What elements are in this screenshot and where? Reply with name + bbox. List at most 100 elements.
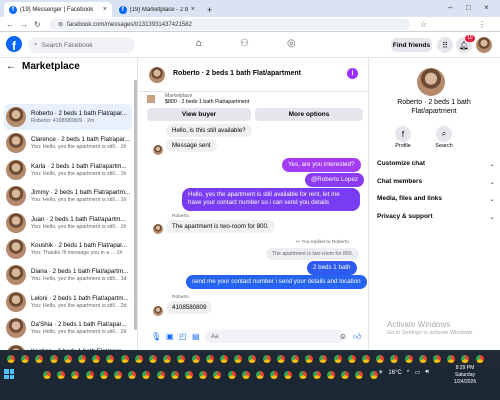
chrome-taskbar-icon[interactable]: [70, 370, 81, 380]
chrome-taskbar-icon[interactable]: [77, 354, 87, 364]
view-buyer-button[interactable]: View buyer: [147, 108, 251, 121]
chrome-taskbar-icon[interactable]: [375, 354, 386, 364]
profile-avatar-large[interactable]: [417, 68, 445, 96]
conversation-item[interactable]: Da'Shia · 2 beds 1 bath Flat/apar... You:…: [4, 315, 132, 341]
chrome-taskbar-icon[interactable]: [127, 370, 138, 380]
sticker-icon[interactable]: ◰: [179, 332, 187, 341]
chrome-taskbar-icon[interactable]: [326, 370, 336, 380]
message-bubble-outgoing[interactable]: Yes, are you interested?: [282, 158, 361, 173]
temperature[interactable]: 16°C: [388, 370, 401, 376]
emoji-icon[interactable]: ☺: [339, 332, 347, 341]
chrome-taskbar-icon[interactable]: [212, 370, 223, 380]
search-icon[interactable]: ⌕: [436, 126, 452, 142]
chrome-taskbar-icon[interactable]: [275, 354, 286, 364]
bookmark-star-icon[interactable]: ☆: [420, 20, 427, 29]
windows-start-icon[interactable]: [4, 369, 14, 379]
chrome-taskbar-icon[interactable]: [432, 354, 442, 364]
sidebar-scrollbar[interactable]: [134, 80, 137, 330]
find-friends-button[interactable]: Find friends: [391, 38, 432, 52]
facebook-logo-icon[interactable]: f: [6, 36, 22, 52]
chrome-taskbar-icon[interactable]: [247, 354, 258, 364]
chrome-taskbar-icon[interactable]: [269, 370, 280, 380]
chrome-taskbar-icon[interactable]: [84, 370, 95, 380]
chrome-taskbar-icon[interactable]: [361, 354, 371, 364]
chrome-taskbar-icon[interactable]: [240, 370, 251, 380]
menu-grid-icon[interactable]: ⠿: [437, 37, 453, 53]
message-bubble-incoming[interactable]: The apartment is two-room for 800.: [166, 220, 275, 233]
chrome-taskbar-icon[interactable]: [368, 370, 379, 380]
chrome-taskbar-icon[interactable]: [162, 354, 173, 364]
chrome-taskbar-icon[interactable]: [48, 354, 59, 364]
chat-avatar[interactable]: [149, 67, 165, 83]
conversation-item[interactable]: Clarence · 2 beds 1 bath Flat/apar... You…: [4, 130, 132, 156]
tab-marketplace[interactable]: f (19) Marketplace - 2 beds 1 bath ×: [114, 2, 200, 17]
chrome-taskbar-icon[interactable]: [311, 370, 322, 380]
back-arrow-icon[interactable]: ←: [6, 61, 16, 72]
conversation-item[interactable]: Koushik · 2 beds 1 bath Flat/apar... You:…: [4, 236, 132, 262]
microphone-icon[interactable]: 🎙︎: [151, 332, 161, 341]
chrome-taskbar-icon[interactable]: [255, 370, 265, 380]
chrome-taskbar-icon[interactable]: [42, 370, 52, 380]
gif-icon[interactable]: ▤: [192, 332, 200, 341]
chrome-taskbar-icon[interactable]: [474, 354, 485, 364]
chrome-taskbar-icon[interactable]: [261, 354, 272, 364]
conversation-item[interactable]: Roberto · 2 beds 1 bath Flat/apar... Robe…: [4, 104, 132, 130]
close-tab-icon[interactable]: ×: [103, 6, 107, 13]
chrome-taskbar-icon[interactable]: [62, 354, 73, 364]
chrome-taskbar-icon[interactable]: [148, 354, 158, 364]
like-thumb-icon[interactable]: 👍︎: [353, 332, 361, 342]
conversation-item[interactable]: Juan · 2 beds 1 bath Flat/apartm... You: …: [4, 210, 132, 236]
friends-icon[interactable]: ⚇: [240, 38, 249, 49]
message-bubble-incoming[interactable]: Message sent: [166, 139, 217, 152]
message-input[interactable]: Aa: [205, 330, 345, 343]
chrome-taskbar-icon[interactable]: [155, 370, 166, 380]
close-window-icon[interactable]: ×: [484, 3, 489, 12]
volume-icon[interactable]: 🔊︎: [425, 369, 429, 376]
close-tab-icon[interactable]: ×: [191, 6, 195, 13]
groups-icon[interactable]: ◎: [287, 38, 296, 49]
chrome-taskbar-icon[interactable]: [340, 370, 351, 380]
chrome-taskbar-icon[interactable]: [56, 370, 67, 380]
quoted-message[interactable]: The apartment is two-room for 800.: [266, 248, 360, 260]
chrome-taskbar-icon[interactable]: [169, 370, 180, 380]
new-tab-button[interactable]: +: [202, 2, 214, 17]
chrome-taskbar-icon[interactable]: [226, 370, 237, 380]
message-bubble-outgoing[interactable]: Hello, yes the apartment is still availa…: [182, 188, 360, 211]
conversation-item[interactable]: Diana · 2 beds 1 bath Flat/apartm... You:…: [4, 262, 132, 288]
chrome-taskbar-icon[interactable]: [417, 354, 428, 364]
chrome-taskbar-icon[interactable]: [290, 354, 300, 364]
chrome-taskbar-icon[interactable]: [219, 354, 229, 364]
detail-row[interactable]: Customize chat ⌄: [377, 160, 495, 168]
message-bubble-incoming[interactable]: Hello, is this still available?: [166, 124, 252, 137]
chrome-taskbar-icon[interactable]: [446, 354, 457, 364]
reload-icon[interactable]: ↻: [34, 20, 41, 29]
clock[interactable]: 8:29 PM Saturday 1/24/2026: [450, 365, 480, 386]
chrome-taskbar-icon[interactable]: [233, 354, 244, 364]
chrome-taskbar-icon[interactable]: [389, 354, 400, 364]
chrome-taskbar-icon[interactable]: [6, 354, 16, 364]
message-bubble-outgoing[interactable]: 2 beds 1 bath: [307, 261, 357, 276]
message-bubble-outgoing[interactable]: @Roberto Lopez: [305, 173, 364, 188]
chrome-taskbar-icon[interactable]: [98, 370, 109, 380]
chrome-taskbar-icon[interactable]: [133, 354, 144, 364]
tray-chevron-icon[interactable]: ^: [407, 370, 410, 376]
network-icon[interactable]: ▭: [415, 369, 421, 376]
listing-thumbnail[interactable]: [147, 95, 155, 103]
chrome-taskbar-icon[interactable]: [105, 354, 116, 364]
minimize-icon[interactable]: –: [448, 3, 452, 12]
chrome-taskbar-icon[interactable]: [354, 370, 365, 380]
detail-row[interactable]: Media, files and links ⌄: [377, 195, 495, 203]
chrome-taskbar-icon[interactable]: [20, 354, 31, 364]
chrome-taskbar-icon[interactable]: [113, 370, 123, 380]
image-icon[interactable]: ▣: [166, 332, 174, 341]
chrome-taskbar-icon[interactable]: [34, 354, 45, 364]
message-bubble-outgoing[interactable]: send me your contact number i send your …: [186, 275, 367, 290]
chat-title[interactable]: Roberto · 2 beds 1 bath Flat/apartment: [173, 70, 301, 77]
chrome-taskbar-icon[interactable]: [141, 370, 152, 380]
more-options-button[interactable]: More options: [255, 108, 363, 121]
chrome-taskbar-icon[interactable]: [91, 354, 102, 364]
chrome-taskbar-icon[interactable]: [198, 370, 209, 380]
tab-messenger[interactable]: f (19) Messenger | Facebook ×: [4, 2, 112, 17]
site-info-icon[interactable]: ⊜: [58, 21, 63, 28]
chrome-taskbar-icon[interactable]: [184, 370, 194, 380]
